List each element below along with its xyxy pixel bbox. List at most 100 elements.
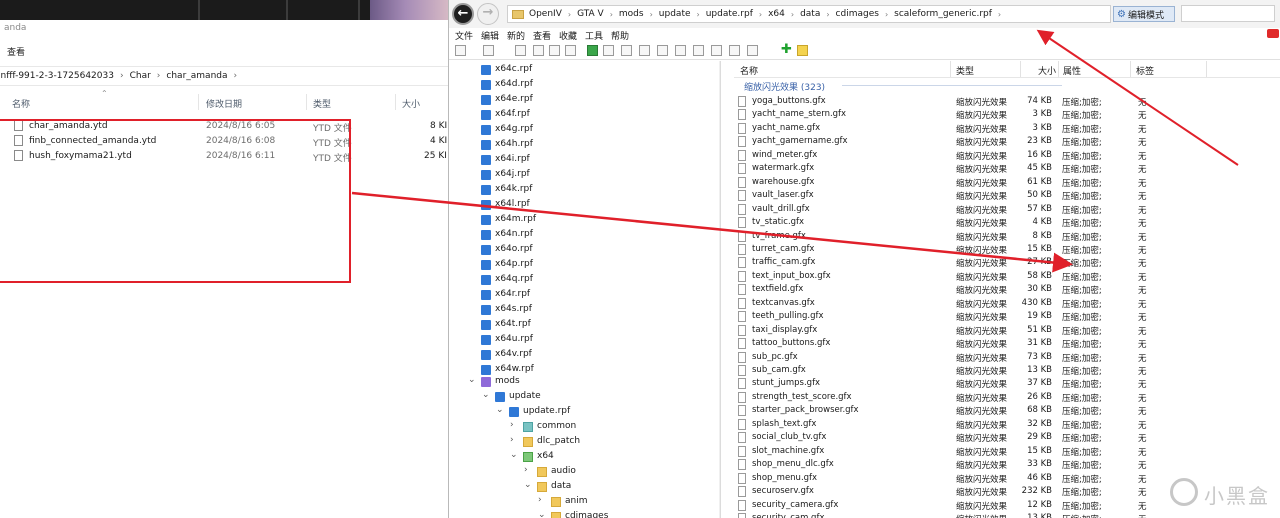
address-segment[interactable]: infff-991-2-3-1725642033 <box>0 71 114 81</box>
extract-icon[interactable] <box>693 45 704 56</box>
archive-icon[interactable] <box>711 45 722 56</box>
archive-icon <box>481 275 491 285</box>
chevron-down-icon[interactable]: ⌄ <box>538 510 546 518</box>
menu-new[interactable]: 新的 <box>507 29 525 42</box>
file-row[interactable]: text_input_box.gfx 缩放闪光效果 58 KB 压缩;加密; 无 <box>734 270 1280 283</box>
chevron-down-icon[interactable]: ⌄ <box>496 405 504 415</box>
path-segment[interactable]: scaleform_generic.rpf <box>894 9 992 19</box>
chevron-down-icon[interactable]: ⌄ <box>482 390 490 400</box>
chevron-down-icon[interactable]: ⌄ <box>510 450 518 460</box>
refresh-icon[interactable] <box>747 45 758 56</box>
path-segment[interactable]: data <box>800 9 820 19</box>
file-type: 缩放闪光效果 <box>956 380 1008 391</box>
file-row[interactable]: sub_cam.gfx 缩放闪光效果 13 KB 压缩;加密; 无 <box>734 364 1280 377</box>
file-icon <box>738 365 746 376</box>
menu-favorites[interactable]: 收藏 <box>559 29 577 42</box>
import-icon[interactable] <box>657 45 668 56</box>
file-row[interactable]: yacht_name_stern.gfx 缩放闪光效果 3 KB 压缩;加密; 无 <box>734 108 1280 121</box>
column-type[interactable]: 类型 <box>313 97 331 110</box>
file-row[interactable]: turret_cam.gfx 缩放闪光效果 15 KB 压缩;加密; 无 <box>734 243 1280 256</box>
path-segment[interactable]: cdimages <box>836 9 879 19</box>
image-icon[interactable] <box>549 45 560 56</box>
export-icon[interactable] <box>639 45 650 56</box>
list-icon[interactable] <box>729 45 740 56</box>
file-row[interactable]: shop_menu_dlc.gfx 缩放闪光效果 33 KB 压缩;加密; 无 <box>734 458 1280 471</box>
search-input[interactable] <box>1181 5 1275 22</box>
group-header[interactable]: 缩放闪光效果 (323) <box>734 79 1280 93</box>
file-row[interactable]: slot_machine.gfx 缩放闪光效果 15 KB 压缩;加密; 无 <box>734 445 1280 458</box>
path-segment[interactable]: update <box>659 9 691 19</box>
file-row[interactable]: starter_pack_browser.gfx 缩放闪光效果 68 KB 压缩;加密… <box>734 404 1280 417</box>
menu-tools[interactable]: 工具 <box>585 29 603 42</box>
column-name[interactable]: 名称 <box>12 97 30 110</box>
file-attributes: 压缩;加密; <box>1062 165 1102 176</box>
menu-help[interactable]: 帮助 <box>611 29 629 42</box>
file-row[interactable]: taxi_display.gfx 缩放闪光效果 51 KB 压缩;加密; 无 <box>734 324 1280 337</box>
file-row[interactable]: sub_pc.gfx 缩放闪光效果 73 KB 压缩;加密; 无 <box>734 351 1280 364</box>
menu-file[interactable]: 文件 <box>455 29 473 42</box>
file-row[interactable]: stunt_jumps.gfx 缩放闪光效果 37 KB 压缩;加密; 无 <box>734 377 1280 390</box>
chevron-down-icon[interactable]: ⌄ <box>468 375 476 385</box>
file-row[interactable]: warehouse.gfx 缩放闪光效果 61 KB 压缩;加密; 无 <box>734 176 1280 189</box>
file-row[interactable]: yacht_name.gfx 缩放闪光效果 3 KB 压缩;加密; 无 <box>734 122 1280 135</box>
scrollbar-thumb[interactable] <box>720 481 721 518</box>
file-row[interactable]: social_club_tv.gfx 缩放闪光效果 29 KB 压缩;加密; 无 <box>734 431 1280 444</box>
column-type[interactable]: 类型 <box>956 64 974 77</box>
path-segment[interactable]: OpenIV <box>529 9 562 19</box>
column-size[interactable]: 大小 <box>402 97 420 110</box>
file-row[interactable]: tattoo_buttons.gfx 缩放闪光效果 31 KB 压缩;加密; 无 <box>734 337 1280 350</box>
file-row[interactable]: vault_laser.gfx 缩放闪光效果 50 KB 压缩;加密; 无 <box>734 189 1280 202</box>
column-size[interactable]: 大小 <box>1038 64 1056 77</box>
file-row[interactable]: watermark.gfx 缩放闪光效果 45 KB 压缩;加密; 无 <box>734 162 1280 175</box>
path-segment[interactable]: x64 <box>768 9 785 19</box>
file-row[interactable]: vault_drill.gfx 缩放闪光效果 57 KB 压缩;加密; 无 <box>734 203 1280 216</box>
path-segment[interactable]: mods <box>619 9 644 19</box>
address-segment[interactable]: char_amanda <box>166 71 227 81</box>
replace-icon[interactable] <box>675 45 686 56</box>
chevron-right-icon[interactable]: › <box>510 420 514 430</box>
save-icon[interactable] <box>603 45 614 56</box>
address-segment[interactable]: Char <box>130 71 151 81</box>
note-icon[interactable] <box>797 45 808 56</box>
tree-scrollbar[interactable] <box>719 61 721 518</box>
path-segment[interactable]: update.rpf <box>706 9 753 19</box>
address-bar[interactable]: infff-991-2-3-1725642033 › Char › char_a… <box>0 66 448 86</box>
file-icon <box>738 418 746 430</box>
chevron-down-icon[interactable]: ⌄ <box>524 480 532 490</box>
new-file-icon[interactable] <box>455 45 466 56</box>
add-icon[interactable]: ✚ <box>781 42 792 57</box>
file-row[interactable]: traffic_cam.gfx 缩放闪光效果 27 KB 压缩;加密; 无 <box>734 256 1280 269</box>
file-row[interactable]: security_cam.gfx 缩放闪光效果 13 KB 压缩;加密; 无 <box>734 512 1280 518</box>
menu-view[interactable]: 查看 <box>533 29 551 42</box>
tree-icon[interactable] <box>565 45 576 56</box>
column-date[interactable]: 修改日期 <box>206 97 242 110</box>
file-row[interactable]: teeth_pulling.gfx 缩放闪光效果 19 KB 压缩;加密; 无 <box>734 310 1280 323</box>
play-icon[interactable] <box>587 45 598 56</box>
forward-button[interactable]: → <box>477 3 499 25</box>
file-row[interactable]: yoga_buttons.gfx 缩放闪光效果 74 KB 压缩;加密; 无 <box>734 95 1280 108</box>
document-icon[interactable] <box>621 45 632 56</box>
file-row[interactable]: textcanvas.gfx 缩放闪光效果 430 KB 压缩;加密; 无 <box>734 297 1280 310</box>
chevron-right-icon[interactable]: › <box>510 435 514 445</box>
copy-icon[interactable] <box>533 45 544 56</box>
file-row[interactable]: strength_test_score.gfx 缩放闪光效果 26 KB 压缩;加密;… <box>734 391 1280 404</box>
file-row[interactable]: wind_meter.gfx 缩放闪光效果 16 KB 压缩;加密; 无 <box>734 149 1280 162</box>
file-row[interactable]: tv_frame.gfx 缩放闪光效果 8 KB 压缩;加密; 无 <box>734 230 1280 243</box>
path-segment[interactable]: GTA V <box>577 9 604 19</box>
column-tags[interactable]: 标签 <box>1136 64 1154 77</box>
chevron-right-icon[interactable]: › <box>538 495 542 505</box>
column-attributes[interactable]: 属性 <box>1063 64 1081 77</box>
path-bar[interactable]: OpenIV › GTA V › mods › update › update.rpf ›… <box>507 5 1111 23</box>
ribbon-view-tab[interactable]: 查看 <box>7 45 25 58</box>
menu-edit[interactable]: 编辑 <box>481 29 499 42</box>
edit-mode-button[interactable]: ⚙ 编辑模式 <box>1113 6 1175 22</box>
back-button[interactable]: ← <box>452 3 474 25</box>
file-row[interactable]: splash_text.gfx 缩放闪光效果 32 KB 压缩;加密; 无 <box>734 418 1280 431</box>
properties-icon[interactable] <box>515 45 526 56</box>
chevron-right-icon[interactable]: › <box>524 465 528 475</box>
file-row[interactable]: yacht_gamername.gfx 缩放闪光效果 23 KB 压缩;加密; 无 <box>734 135 1280 148</box>
column-name[interactable]: 名称 <box>740 64 758 77</box>
file-row[interactable]: textfield.gfx 缩放闪光效果 30 KB 压缩;加密; 无 <box>734 283 1280 296</box>
new-folder-icon[interactable] <box>483 45 494 56</box>
file-row[interactable]: tv_static.gfx 缩放闪光效果 4 KB 压缩;加密; 无 <box>734 216 1280 229</box>
